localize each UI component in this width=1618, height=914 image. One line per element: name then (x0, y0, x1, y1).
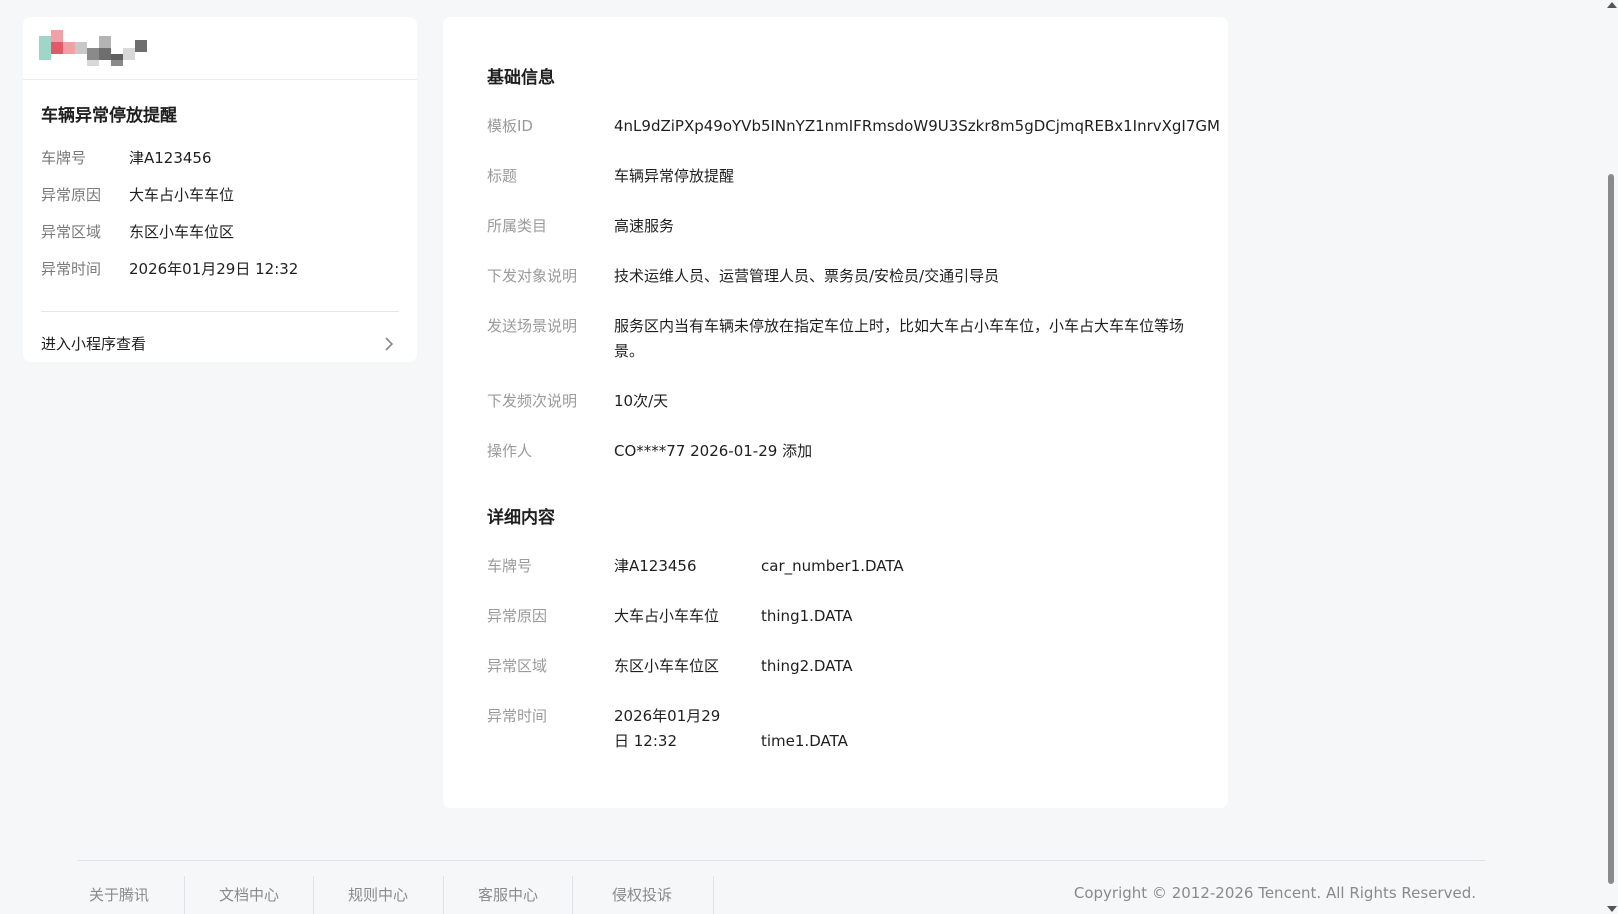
vertical-scrollbar[interactable] (1604, 0, 1618, 914)
avatar-tile (39, 36, 51, 48)
preview-field-plate: 车牌号 津A123456 (41, 147, 212, 168)
footer-link-rules[interactable]: 规则中心 (348, 884, 408, 905)
row-value: 大车占小车车位 (614, 607, 720, 625)
field-value: 2026年01月29日 12:32 (129, 260, 299, 278)
template-detail-card: 基础信息 模板ID 4nL9dZiPXp49oYVb5INnYZ1nmIFRms… (443, 17, 1228, 808)
footer-link-infringement[interactable]: 侵权投诉 (612, 884, 672, 905)
avatar-tile (111, 60, 123, 66)
footer-separator (184, 876, 185, 914)
row-value: 技术运维人员、运营管理人员、票务员/安检员/交通引导员 (614, 267, 1000, 285)
preview-title: 车辆异常停放提醒 (41, 106, 177, 126)
row-label: 异常时间 (487, 707, 548, 725)
field-label: 异常区域 (41, 223, 102, 241)
row-label: 下发频次说明 (487, 392, 578, 410)
field-value: 津A123456 (129, 149, 212, 167)
copyright-text: Copyright © 2012-2026 Tencent. All Right… (1073, 884, 1476, 902)
avatar-tile (51, 30, 63, 42)
field-value: 东区小车车位区 (129, 223, 235, 241)
footer-divider (78, 860, 1486, 861)
field-value: 大车占小车车位 (129, 186, 235, 204)
row-label: 车牌号 (487, 557, 533, 575)
avatar-tile (135, 40, 147, 52)
footer-link-docs[interactable]: 文档中心 (219, 884, 279, 905)
avatar-tile (87, 60, 99, 66)
field-label: 车牌号 (41, 149, 87, 167)
field-label: 异常原因 (41, 186, 102, 204)
row-value: 10次/天 (614, 392, 669, 410)
footer-link-about[interactable]: 关于腾讯 (89, 884, 149, 905)
avatar-tile (63, 42, 75, 54)
section-title-basic: 基础信息 (487, 68, 555, 88)
field-label: 异常时间 (41, 260, 102, 278)
row-value: 2026年01月29日 12:32 (614, 707, 721, 750)
footer-separator (313, 876, 314, 914)
scroll-down-arrow-icon[interactable] (1607, 906, 1617, 912)
chevron-right-icon (385, 337, 394, 351)
row-label: 操作人 (487, 442, 533, 460)
row-value: 4nL9dZiPXp49oYVb5INnYZ1nmIFRmsdoW9U3Szkr… (614, 117, 1220, 135)
avatar-tile (75, 42, 87, 54)
footer-separator (713, 876, 714, 914)
divider (41, 311, 399, 312)
row-value: 服务区内当有车辆未停放在指定车位上时，比如大车占小车车位，小车占大车车位等场景。 (614, 317, 1185, 360)
scroll-up-arrow-icon[interactable] (1607, 2, 1617, 8)
avatar-tile (99, 36, 111, 48)
open-miniprogram-link[interactable]: 进入小程序查看 (41, 329, 399, 359)
row-value: 东区小车车位区 (614, 657, 720, 675)
row-label: 模板ID (487, 117, 533, 135)
row-value: 高速服务 (614, 217, 675, 235)
scrollbar-thumb[interactable] (1608, 174, 1614, 884)
section-title-detail: 详细内容 (487, 508, 555, 528)
avatar-tile (99, 48, 111, 60)
row-value: 车辆异常停放提醒 (614, 167, 735, 185)
row-label: 发送场景说明 (487, 317, 578, 335)
avatar-tile (39, 48, 51, 60)
avatar-tile (51, 42, 63, 54)
row-data-key: car_number1.DATA (761, 557, 904, 575)
row-data-key: thing1.DATA (761, 607, 853, 625)
preview-field-area: 异常区域 东区小车车位区 (41, 221, 234, 242)
row-data-key: thing2.DATA (761, 657, 853, 675)
row-label: 所属类目 (487, 217, 548, 235)
message-preview-card: 车辆异常停放提醒 车牌号 津A123456 异常原因 大车占小车车位 异常区域 东区小… (23, 17, 417, 362)
row-label: 下发对象说明 (487, 267, 578, 285)
row-label: 异常区域 (487, 657, 548, 675)
row-value: CO****77 2026-01-29 添加 (614, 442, 813, 460)
footer-separator (443, 876, 444, 914)
row-label: 标题 (487, 167, 518, 185)
preview-field-reason: 异常原因 大车占小车车位 (41, 184, 234, 205)
avatar-tile (123, 48, 135, 60)
open-miniprogram-label: 进入小程序查看 (41, 335, 147, 353)
row-value: 津A123456 (614, 557, 697, 575)
preview-field-time: 异常时间 2026年01月29日 12:32 (41, 258, 298, 279)
row-data-key: time1.DATA (761, 732, 848, 750)
avatar-tile (87, 48, 99, 60)
row-label: 异常原因 (487, 607, 548, 625)
footer-separator (572, 876, 573, 914)
footer-link-support[interactable]: 客服中心 (478, 884, 538, 905)
preview-header (23, 17, 417, 80)
avatar (29, 30, 179, 66)
